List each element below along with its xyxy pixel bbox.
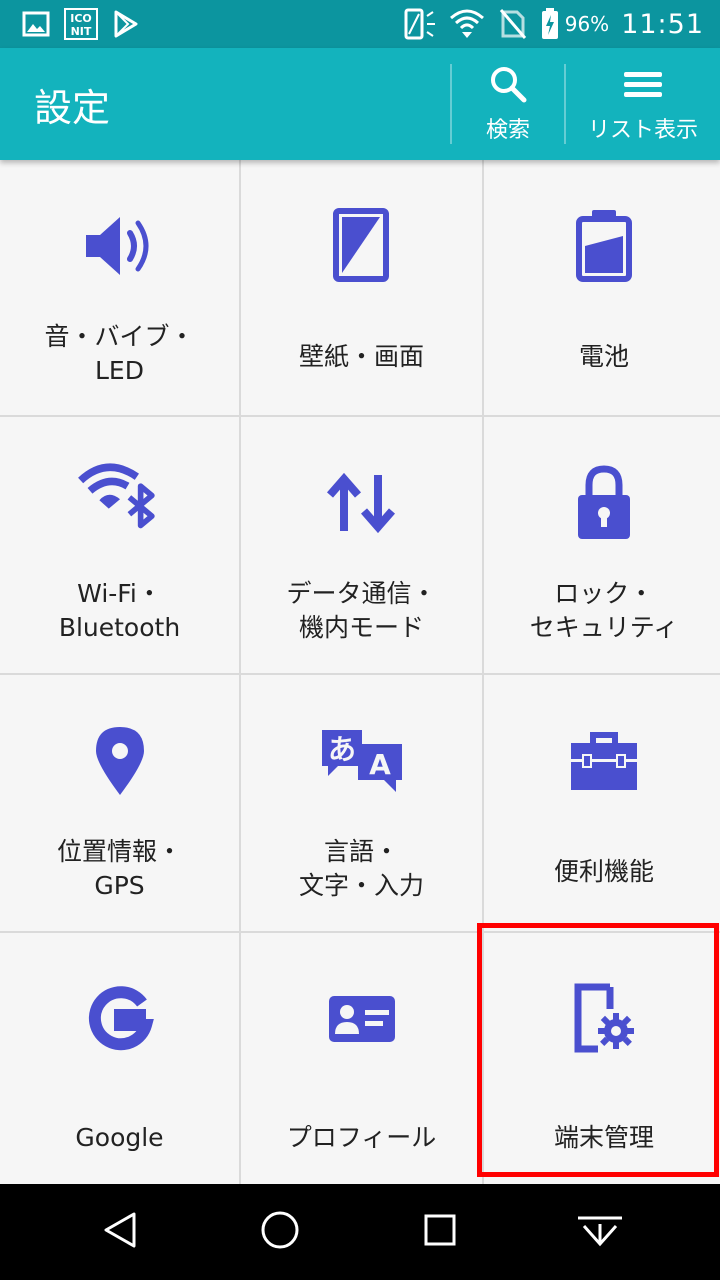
data-transfer-icon: [317, 463, 407, 543]
svg-text:ICO: ICO: [70, 12, 92, 25]
profile-card-icon: [317, 979, 407, 1059]
tile-lock-security[interactable]: ロック・ セキュリティ: [484, 417, 720, 673]
status-bar: ICO NIT 96% 11:51: [0, 0, 720, 48]
menu-icon: [622, 64, 664, 108]
tile-label: 音・バイブ・ LED: [44, 322, 195, 385]
list-view-button[interactable]: リスト表示: [564, 64, 720, 144]
tile-label: プロフィール: [286, 1123, 437, 1152]
tile-label: 言語・ 文字・入力: [298, 837, 424, 900]
clock: 11:51: [621, 8, 704, 40]
location-pin-icon: [75, 721, 165, 801]
tile-profile[interactable]: プロフィール: [241, 933, 482, 1190]
tile-device-management[interactable]: 端末管理: [484, 933, 720, 1190]
tile-useful-features[interactable]: 便利機能: [484, 675, 720, 931]
search-icon: [488, 64, 528, 108]
wifi-icon: [449, 8, 485, 40]
tile-wallpaper-display[interactable]: 壁紙・画面: [241, 160, 482, 415]
tile-label: Google: [75, 1123, 164, 1152]
tile-label: 壁紙・画面: [298, 342, 424, 371]
speaker-icon: [75, 206, 165, 286]
no-sim-icon: [497, 8, 529, 40]
search-label: 検索: [485, 118, 530, 143]
back-button[interactable]: [80, 1192, 160, 1272]
home-button[interactable]: [240, 1192, 320, 1272]
google-icon: [75, 979, 165, 1059]
language-icon: あA: [317, 721, 407, 801]
tile-battery[interactable]: 電池: [484, 160, 720, 415]
tile-label: 端末管理: [553, 1123, 654, 1152]
iconit-icon: ICO NIT: [64, 8, 98, 40]
tile-google[interactable]: Google: [0, 933, 239, 1190]
recents-square-icon: [422, 1212, 458, 1252]
app-bar: 設定 検索 リスト表示: [0, 48, 720, 160]
battery-icon: [559, 206, 649, 286]
screen-rotation-icon: [403, 8, 437, 40]
svg-text:NIT: NIT: [71, 25, 92, 38]
tile-label: 位置情報・ GPS: [56, 837, 182, 900]
page-title: 設定: [34, 85, 111, 130]
svg-text:あ: あ: [327, 733, 355, 766]
play-store-icon: [112, 10, 140, 38]
tile-label: データ通信・ 機内モード: [286, 579, 437, 642]
battery-charging-icon: [541, 8, 559, 40]
tile-location-gps[interactable]: 位置情報・ GPS: [0, 675, 239, 931]
lock-icon: [559, 463, 649, 543]
recents-button[interactable]: [400, 1192, 480, 1272]
svg-text:A: A: [369, 748, 391, 781]
tile-label: Wi-Fi・ Bluetooth: [58, 579, 181, 642]
tile-label: 電池: [578, 342, 629, 371]
search-button[interactable]: 検索: [450, 64, 564, 144]
tile-wifi-bluetooth[interactable]: Wi-Fi・ Bluetooth: [0, 417, 239, 673]
home-circle-icon: [260, 1210, 300, 1254]
hide-navbar-button[interactable]: [560, 1192, 640, 1272]
device-settings-icon: [559, 979, 649, 1059]
tile-label: ロック・ セキュリティ: [529, 579, 679, 642]
tile-label: 便利機能: [553, 857, 654, 886]
hide-navbar-icon: [576, 1212, 624, 1252]
navigation-bar: [0, 1184, 720, 1280]
wifi-bluetooth-icon: [75, 463, 165, 543]
tile-sound-vibration-led[interactable]: 音・バイブ・ LED: [0, 160, 239, 415]
tile-data-airplane[interactable]: データ通信・ 機内モード: [241, 417, 482, 673]
display-icon: [317, 206, 407, 286]
list-view-label: リスト表示: [587, 118, 698, 143]
gallery-icon: [22, 11, 50, 37]
toolbox-icon: [559, 721, 649, 801]
tile-language-input[interactable]: あA 言語・ 文字・入力: [241, 675, 482, 931]
battery-percent: 96%: [564, 12, 610, 36]
settings-grid: 音・バイブ・ LED 壁紙・画面 電池 Wi-Fi・ Bluetooth データ通信: [0, 160, 720, 1190]
back-triangle-icon: [100, 1210, 140, 1254]
